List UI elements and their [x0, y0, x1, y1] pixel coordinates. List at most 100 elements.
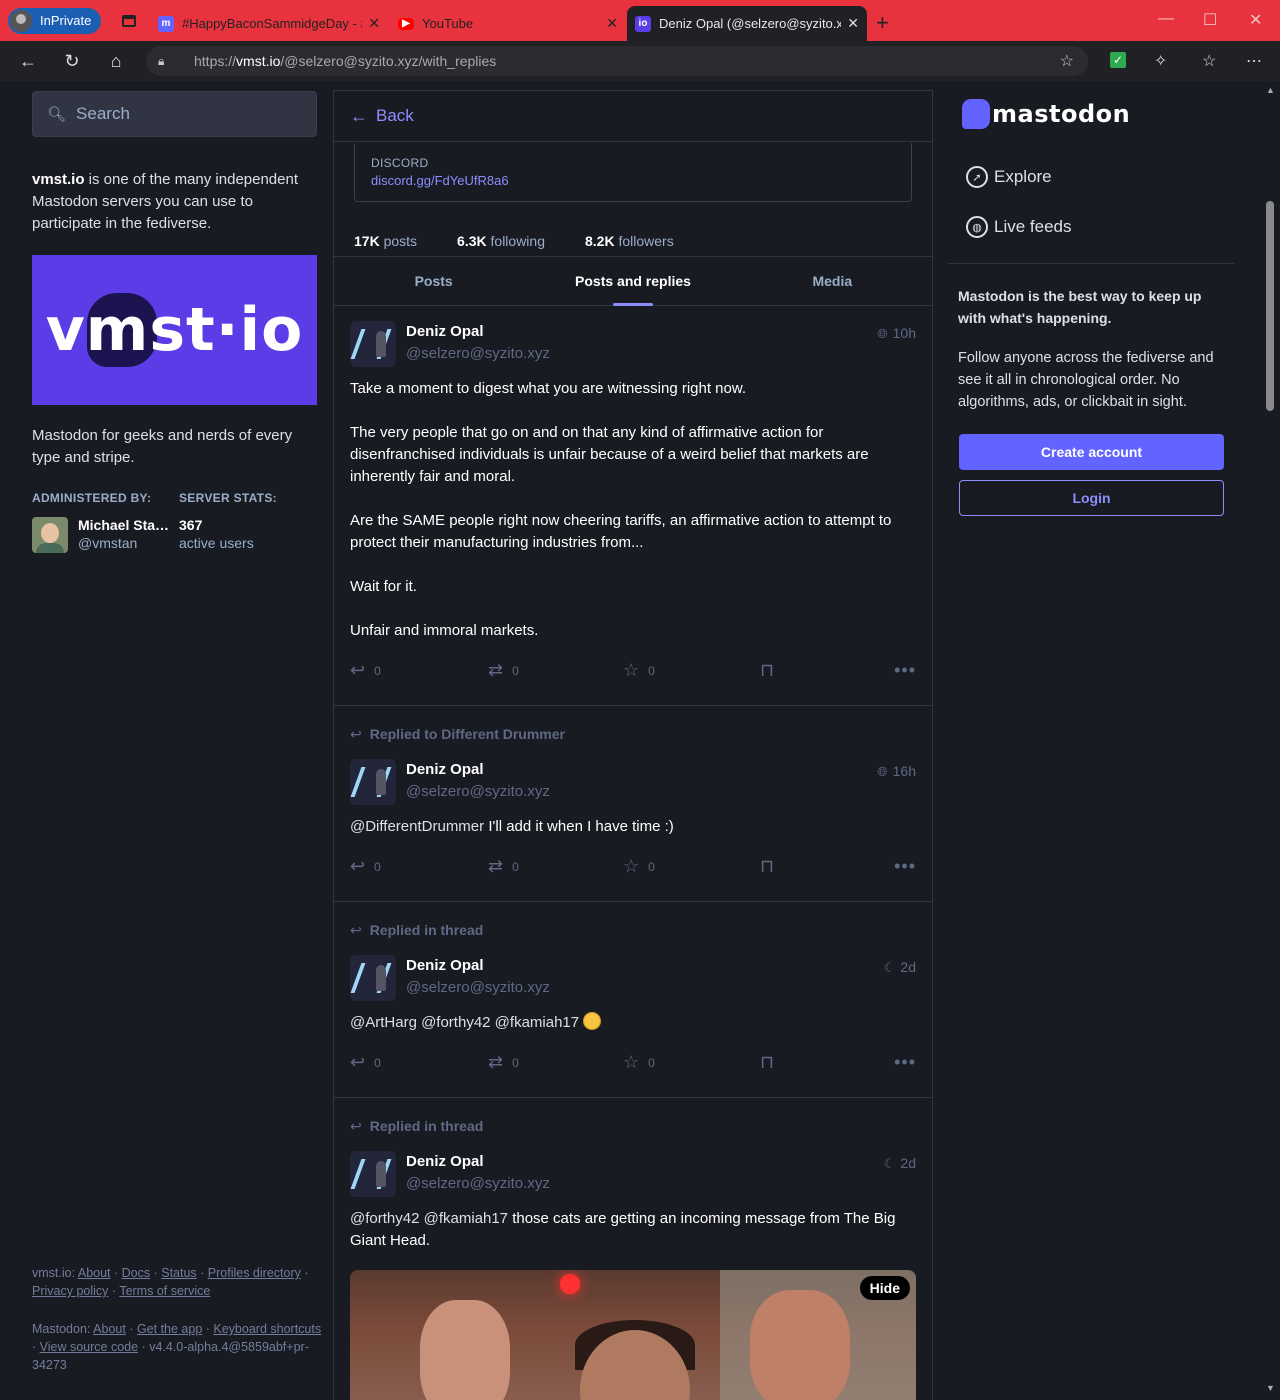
mention-link[interactable]: @forthy42 @fkamiah17 [350, 1210, 508, 1227]
vmst-icon: io [635, 15, 651, 32]
close-tab-icon[interactable]: ✕ [368, 15, 380, 32]
extension-check-icon[interactable]: ✓ [1110, 52, 1126, 68]
profile-field-link[interactable]: discord.gg/FdYeUfR8a6 [371, 173, 895, 188]
more-options-icon[interactable]: ••• [894, 1052, 916, 1073]
mention-link[interactable]: @ArtHarg @forthy42 @fkamiah17 [350, 1014, 579, 1031]
scrollbar-thumb[interactable] [1266, 201, 1274, 411]
status-item[interactable]: Deniz Opal @selzero@syzito.xyz 🌐︎ 10h Tak… [334, 306, 932, 706]
more-options-icon[interactable]: ••• [894, 660, 916, 681]
inprivate-badge[interactable]: InPrivate [8, 7, 102, 34]
mention-link[interactable]: @DifferentDrummer [350, 818, 484, 835]
more-options-icon[interactable]: ••• [894, 856, 916, 877]
favourite-count: 0 [648, 859, 655, 874]
media-attachment[interactable]: Hide [350, 1270, 916, 1400]
favourite-button[interactable]: ☆ 0 [623, 660, 655, 681]
posts-count[interactable]: 17K posts [354, 233, 437, 249]
footer-link-status[interactable]: Status [161, 1266, 196, 1280]
status-time[interactable]: ☾ 2d [884, 959, 916, 976]
mastodon-icon: m [158, 15, 174, 32]
admin-account[interactable]: @vmstan [78, 535, 137, 551]
mastodon-logo-icon [962, 99, 990, 129]
reload-icon[interactable]: ↻ [50, 51, 94, 72]
reply-button[interactable]: ↩ 0 [350, 1052, 381, 1073]
search-input[interactable]: 🔍︎ Search [32, 91, 317, 137]
close-tab-icon[interactable]: ✕ [847, 15, 859, 32]
create-account-button[interactable]: Create account [959, 434, 1224, 470]
browser-tab-youtube[interactable]: ▶ YouTube ✕ [390, 6, 626, 41]
bookmark-button[interactable]: ⊓ [760, 660, 783, 681]
author-account[interactable]: @selzero@syzito.xyz [406, 345, 550, 362]
author-avatar[interactable] [350, 759, 396, 805]
browser-tab-mastodon[interactable]: m #HappyBaconSammidgeDay - #M ✕ [150, 6, 388, 41]
author-name[interactable]: Deniz Opal [406, 957, 484, 974]
favorites-icon[interactable]: ☆ [1202, 51, 1216, 71]
footer-link-terms[interactable]: Terms of service [119, 1284, 210, 1298]
posts-number: 17K [354, 233, 380, 249]
status-item[interactable]: ↩ Replied to Different Drummer Deniz Opal… [334, 706, 932, 902]
footer-link-source-code[interactable]: View source code [40, 1340, 138, 1354]
footer-link-get-app[interactable]: Get the app [137, 1322, 202, 1336]
followers-count[interactable]: 8.2K followers [585, 233, 694, 249]
active-users-label: active users [179, 535, 254, 551]
footer-link-mastodon-about[interactable]: About [93, 1322, 126, 1336]
footer-link-keyboard-shortcuts[interactable]: Keyboard shortcuts [213, 1322, 321, 1336]
login-button[interactable]: Login [959, 480, 1224, 516]
close-tab-icon[interactable]: ✕ [606, 15, 618, 32]
boost-button[interactable]: ⇄ 0 [488, 856, 519, 877]
boost-button[interactable]: ⇄ 0 [488, 660, 519, 681]
reply-button[interactable]: ↩ 0 [350, 660, 381, 681]
back-arrow-icon[interactable]: ← [6, 51, 50, 72]
favourite-button[interactable]: ☆ 0 [623, 1052, 655, 1073]
favorite-star-icon[interactable]: ☆ [1060, 51, 1074, 71]
following-count[interactable]: 6.3K following [457, 233, 565, 249]
nav-explore[interactable]: ➚ Explore [966, 166, 1052, 188]
status-time[interactable]: ☾ 2d [884, 1155, 916, 1172]
author-avatar[interactable] [350, 1151, 396, 1197]
scroll-down-icon[interactable]: ▼ [1266, 1383, 1275, 1393]
footer-link-profiles-directory[interactable]: Profiles directory [208, 1266, 301, 1280]
author-name[interactable]: Deniz Opal [406, 1153, 484, 1170]
admin-name[interactable]: Michael Stanclift [78, 517, 170, 533]
browser-tab-active[interactable]: io Deniz Opal (@selzero@syzito.xyz) ✕ [627, 6, 867, 41]
extensions-puzzle-icon[interactable]: ✧ [1154, 51, 1167, 71]
tab-posts[interactable]: Posts [334, 257, 533, 305]
author-account[interactable]: @selzero@syzito.xyz [406, 1175, 550, 1192]
status-item[interactable]: ↩ Replied in thread Deniz Opal @selzero@s… [334, 902, 932, 1098]
maximize-icon[interactable]: ☐ [1203, 10, 1217, 30]
reply-icon: ↩ [350, 1118, 362, 1134]
author-account[interactable]: @selzero@syzito.xyz [406, 979, 550, 996]
author-avatar[interactable] [350, 955, 396, 1001]
status-item[interactable]: ↩ Replied in thread Deniz Opal @selzero@s… [334, 1098, 932, 1400]
bookmark-button[interactable]: ⊓ [760, 1052, 783, 1073]
footer-link-docs[interactable]: Docs [122, 1266, 150, 1280]
close-window-icon[interactable]: ✕ [1249, 10, 1262, 30]
tab-posts-and-replies[interactable]: Posts and replies [533, 257, 732, 306]
reply-button[interactable]: ↩ 0 [350, 856, 381, 877]
status-time[interactable]: 🌐︎ 10h [877, 325, 916, 342]
author-name[interactable]: Deniz Opal [406, 323, 484, 340]
minimize-icon[interactable]: — [1158, 10, 1174, 28]
footer-link-about[interactable]: About [78, 1266, 111, 1280]
tab-media[interactable]: Media [733, 257, 932, 305]
new-tab-icon[interactable]: + [876, 10, 889, 36]
nav-live-feeds[interactable]: ◍ Live feeds [966, 216, 1072, 238]
settings-more-icon[interactable]: ⋯ [1246, 51, 1262, 71]
footer-link-privacy-policy[interactable]: Privacy policy [32, 1284, 108, 1298]
back-button[interactable]: ← Back [334, 90, 932, 142]
favourite-button[interactable]: ☆ 0 [623, 856, 655, 877]
status-time[interactable]: 🌐︎ 16h [877, 763, 916, 780]
admin-avatar[interactable] [32, 517, 68, 553]
mastodon-logo[interactable]: mastodon [962, 99, 1130, 129]
hide-media-button[interactable]: Hide [859, 1276, 910, 1300]
page-scrollbar[interactable]: ▲ ▼ [1262, 81, 1280, 1400]
address-bar[interactable]: 🔒︎ https://vmst.io/@selzero@syzito.xyz/w… [146, 46, 1088, 76]
scroll-up-icon[interactable]: ▲ [1266, 85, 1275, 95]
tab-actions-icon[interactable] [115, 7, 143, 35]
boost-button[interactable]: ⇄ 0 [488, 1052, 519, 1073]
bookmark-button[interactable]: ⊓ [760, 856, 783, 877]
home-icon[interactable]: ⌂ [94, 51, 138, 72]
author-avatar[interactable] [350, 321, 396, 367]
author-name[interactable]: Deniz Opal [406, 761, 484, 778]
author-account[interactable]: @selzero@syzito.xyz [406, 783, 550, 800]
status-content: @forthy42 @fkamiah17 those cats are gett… [350, 1208, 910, 1252]
